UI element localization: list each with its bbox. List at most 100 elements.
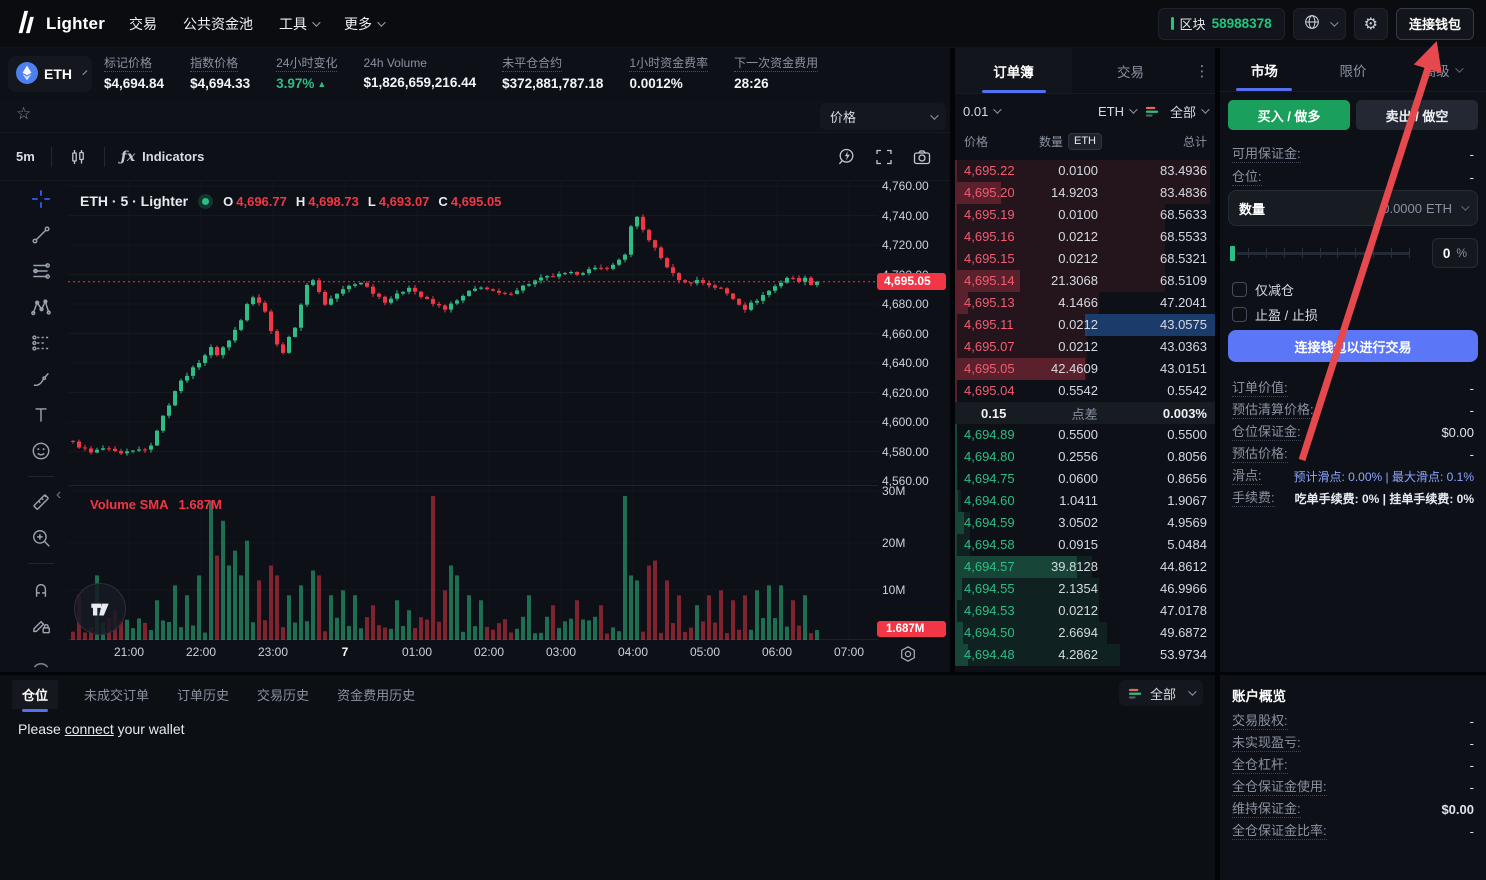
orderbook-ask-row[interactable]: 4,695.150.021268.5321 [955,248,1215,270]
stat-value: 0.0012% [629,76,708,91]
trade-tab-限价[interactable]: 限价 [1309,48,1398,91]
text-icon[interactable] [30,404,52,426]
ruler-icon[interactable] [30,491,52,513]
candle-style-button[interactable] [68,147,88,167]
unit-dropdown[interactable]: ETH [1098,104,1135,119]
orderbook-bid-row[interactable]: 4,694.552.135446.9966 [955,578,1215,600]
orderbook-tab-交易[interactable]: 交易 [1072,48,1189,93]
connect-link[interactable]: connect [65,721,114,737]
tp-sl-checkbox[interactable]: 止盈 / 止损 [1232,305,1318,324]
orderbook-bid-row[interactable]: 4,694.5739.812844.8612 [955,556,1215,578]
positions-tab-仓位[interactable]: 仓位 [12,680,58,709]
orderbook-bid-row[interactable]: 4,694.502.669449.6872 [955,622,1215,644]
orderbook-ask-row[interactable]: 4,695.160.021268.5533 [955,226,1215,248]
sell-short-button[interactable]: 卖出 / 做空 [1356,100,1478,130]
available-margin-value: - [1470,147,1474,162]
favorite-star-icon[interactable]: ☆ [16,104,31,124]
orderbook-ask-row[interactable]: 4,695.2014.920383.4836 [955,182,1215,204]
price-cell: 4,695.15 [964,248,1015,270]
orderbook-tab-订单簿[interactable]: 订单簿 [955,48,1072,93]
orderbook-bid-row[interactable]: 4,694.484.286253.9734 [955,644,1215,666]
crosshair-icon[interactable] [30,188,52,210]
tradingview-logo[interactable] [74,583,126,635]
orderbook-bid-row[interactable]: 4,694.601.04111.9067 [955,490,1215,512]
orderbook-ask-row[interactable]: 4,695.110.021243.0575 [955,314,1215,336]
market-stat: 未平仓合约$372,881,787.18 [502,55,603,91]
market-stat: 24小时变化3.97%▲ [276,55,337,91]
more-menu-icon[interactable]: ⋮ [1189,48,1215,93]
percent-input[interactable]: 0 % [1432,238,1478,268]
fib-lines-icon[interactable] [30,260,52,282]
nav-item[interactable]: 公共资金池 [183,14,253,34]
filter-bars-icon [1128,686,1143,701]
price-scale-dropdown[interactable]: 价格 [820,103,946,130]
buy-long-button[interactable]: 买入 / 做多 [1228,100,1350,130]
interval-button[interactable]: 5m [16,149,35,164]
settings-button[interactable]: ⚙ [1354,8,1388,40]
slider-thumb[interactable] [1228,244,1237,263]
orderbook-bid-row[interactable]: 4,694.593.05024.9569 [955,512,1215,534]
orderbook-headers: 价格 数量 ETH 总计 [955,128,1215,154]
toolbar-collapse-handle[interactable]: ‹ [56,486,61,504]
magnet-icon[interactable] [30,578,52,600]
orderbook-ask-row[interactable]: 4,695.220.010083.4936 [955,160,1215,182]
reduce-only-checkbox[interactable]: 仅减仓 [1232,280,1294,299]
size-cell: 0.0100 [1058,160,1098,182]
orderbook-bid-row[interactable]: 4,694.580.09155.0484 [955,534,1215,556]
orderbook-ask-row[interactable]: 4,695.0542.460943.0151 [955,358,1215,380]
positions-tab-资金费用历史[interactable]: 资金费用历史 [335,680,417,709]
lock-all-drawings-icon[interactable] [30,614,52,636]
positions-filter-dropdown[interactable]: 全部 [1119,680,1203,706]
connect-wallet-trade-button[interactable]: 连接钱包以进行交易 [1228,330,1478,362]
orderbook-ask-row[interactable]: 4,695.040.55420.5542 [955,380,1215,402]
candlestick-chart[interactable] [68,181,878,640]
amount-input[interactable]: 数量 0.0000 ETH [1228,190,1478,226]
fullscreen-icon[interactable] [874,147,894,167]
nav-item[interactable]: 工具 [279,14,318,34]
tick-size-dropdown[interactable]: 0.01 [963,104,999,119]
orderbook-ask-row[interactable]: 4,695.1421.306868.5109 [955,270,1215,292]
xabcd-pattern-icon[interactable] [30,296,52,318]
depth-filter-dropdown[interactable]: 全部 [1170,102,1207,121]
positions-tab-未成交订单[interactable]: 未成交订单 [82,680,151,709]
price-cell: 4,694.58 [964,534,1015,556]
account-row-value: - [1470,780,1474,795]
orderbook-ask-row[interactable]: 4,695.070.021243.0363 [955,336,1215,358]
market-selector[interactable]: ETH [8,56,92,92]
connect-wallet-button[interactable]: 连接钱包 [1396,8,1474,40]
orderbook-ask-row[interactable]: 4,695.134.146647.2041 [955,292,1215,314]
brush-icon[interactable] [30,368,52,390]
trend-line-icon[interactable] [30,224,52,246]
account-row-value: $0.00 [1441,802,1474,817]
depth-view-icon [1145,104,1160,119]
orderbook-ask-row[interactable]: 4,695.190.010068.5633 [955,204,1215,226]
zoom-in-icon[interactable] [30,527,52,549]
orderbook-bid-row[interactable]: 4,694.530.021247.0178 [955,600,1215,622]
orderbook-bid-row[interactable]: 4,694.750.06000.8656 [955,468,1215,490]
forecast-icon[interactable] [30,332,52,354]
positions-tab-交易历史[interactable]: 交易历史 [255,680,311,709]
nav-item[interactable]: 更多 [344,14,383,34]
emoji-icon[interactable] [30,440,52,462]
connect-wallet-message: Please connect your wallet [18,721,185,737]
position-label: 仓位: [1232,169,1262,186]
stat-value: $372,881,787.18 [502,76,603,91]
language-button[interactable] [1293,8,1346,40]
time-axis[interactable]: 21:0022:0023:00701:0002:0003:0004:0005:0… [0,642,878,666]
trade-tab-市场[interactable]: 市场 [1220,48,1309,91]
trade-info-row: 预估价格:- [1232,444,1474,464]
orderbook-bid-row[interactable]: 4,694.890.55000.5500 [955,424,1215,446]
camera-icon[interactable] [912,147,932,167]
price-axis[interactable]: 4,760.004,740.004,720.004,700.004,680.00… [882,181,948,666]
positions-tab-订单历史[interactable]: 订单历史 [175,680,231,709]
bar-replay-icon[interactable] [836,147,856,167]
price-tick-label: 4,760.00 [882,179,929,193]
nav-item[interactable]: 交易 [129,14,157,34]
orderbook-bid-row[interactable]: 4,694.800.25560.8056 [955,446,1215,468]
trade-info-value: - [1470,403,1474,418]
trade-tab-高级[interactable]: 高级 [1397,48,1486,91]
trade-info-row: 仓位保证金:$0.00 [1232,422,1474,442]
indicators-button[interactable]: ƒx Indicators [121,149,205,165]
brand[interactable]: Lighter [14,8,105,39]
quick-view-icon[interactable] [898,644,918,664]
